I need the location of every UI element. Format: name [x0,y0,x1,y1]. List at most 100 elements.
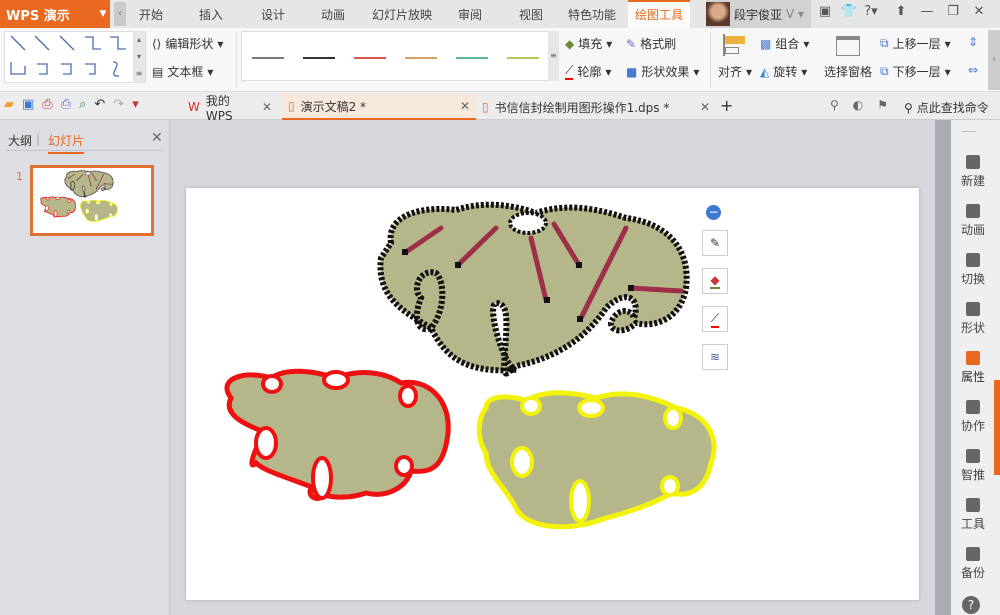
send-backward-button[interactable]: ⧉下移一层▾ [880,63,951,80]
cloud-icon[interactable]: ◐ [853,98,863,112]
scroll-right-button[interactable]: › [988,30,1000,90]
line-style-1[interactable] [303,57,335,59]
bring-forward-label: 上移一层 [893,35,941,52]
tab-5[interactable]: 审阅 [447,0,493,28]
vertical-scrollbar[interactable] [935,120,951,615]
right-bar-item-1[interactable]: 动画 [951,204,995,238]
flag-icon[interactable]: ⚑ [877,98,888,112]
help-icon[interactable]: ?▾ [860,4,882,24]
document-tab[interactable]: ▯演示文稿2 *✕ [282,94,476,120]
print-preview-icon[interactable]: ⌕ [79,97,86,112]
right-bar-icon [966,302,980,316]
align-button[interactable]: 对齐▾ [718,63,752,80]
connector-gallery[interactable] [4,31,146,83]
help-icon[interactable]: ? [962,596,980,614]
tab-outline[interactable]: 大纲 [8,132,32,149]
style-gallery-more[interactable]: ≡ [548,31,559,81]
line-style-5[interactable] [507,57,539,59]
edit-icon: ✎ [710,236,720,250]
bring-forward-button[interactable]: ⧉上移一层▾ [880,35,951,52]
selection-pane-label: 选择窗格 [824,63,872,80]
app-menu-button[interactable]: WPS 演示 [0,0,110,28]
drag-handle[interactable] [962,131,976,132]
chevron-down-icon[interactable]: ▼ [96,0,110,28]
close-panel-icon[interactable]: ✕ [151,130,163,146]
right-bar-item-2[interactable]: 切换 [951,253,995,287]
edit-shape-button[interactable]: ⟨⟩编辑形状▾ [152,35,223,52]
text-box-button[interactable]: ▤文本框▾ [152,63,213,80]
line-style-gallery[interactable] [241,31,559,81]
format-painter-button[interactable]: ✎格式刷 [626,35,676,52]
customize-icon[interactable]: ▾ [132,97,139,112]
outline-float-button[interactable]: ⟋ [702,306,728,332]
slide-thumbnail-1[interactable] [30,165,154,236]
print-icon[interactable]: ⎙ [61,97,71,112]
export-pdf-icon[interactable]: ⎙ [42,97,52,112]
close-tab-icon[interactable]: ✕ [700,100,710,114]
pin-icon[interactable]: ⚲ [830,98,839,112]
right-bar-item-0[interactable]: 新建 [951,155,995,189]
command-search-label: 点此查找命令 [917,99,989,116]
group-icon: ▩ [760,37,771,51]
outline-button[interactable]: ⟋轮廓▾ [565,63,611,80]
tab-7[interactable]: 特色功能 [560,0,624,28]
restore-ribbon-icon[interactable]: ⬆ [890,4,912,24]
send-backward-icon: ⧉ [880,64,889,79]
command-search[interactable]: ⚲ 点此查找命令 [904,99,989,116]
minimize-button[interactable]: — [916,4,938,24]
group-button[interactable]: ▩组合▾ [760,35,809,52]
user-account[interactable]: 段宇俊亚V ▾ [706,0,811,28]
tab-3[interactable]: 动画 [310,0,356,28]
document-tab-label: 书信信封绘制用图形操作1.dps * [495,99,694,116]
redo-icon[interactable]: ↷ [113,97,124,112]
selection-pane-button[interactable]: 选择窗格 [824,63,872,80]
rotate-button[interactable]: ◭旋转▾ [760,63,807,80]
right-bar-item-8[interactable]: 备份 [951,547,995,581]
close-button[interactable]: ✕ [968,4,990,24]
open-folder-icon[interactable]: ▰ [4,97,14,112]
edit-shape-float-button[interactable]: ✎ [702,230,728,256]
right-bar-item-5[interactable]: 协作 [951,400,995,434]
distribute-icon[interactable]: ⇕ [968,35,978,49]
right-bar-item-7[interactable]: 工具 [951,498,995,532]
line-style-4[interactable] [456,57,488,59]
tab-1[interactable]: 插入 [188,0,234,28]
line-style-2[interactable] [354,57,386,59]
divider [710,32,711,88]
maximize-button[interactable]: ❐ [942,4,964,24]
shape-effect-button[interactable]: ■形状效果▾ [626,63,699,80]
tab-6[interactable]: 视图 [508,0,554,28]
tab-0[interactable]: 开始 [122,0,180,28]
right-bar-item-4[interactable]: 属性 [951,351,995,385]
gallery-scroll[interactable]: ▴▾≡ [133,31,145,83]
search-icon: ⚲ [904,101,913,115]
right-bar-item-6[interactable]: 智推 [951,449,995,483]
right-bar-item-3[interactable]: 形状 [951,302,995,336]
collapse-float-toolbar-icon[interactable]: − [706,205,721,220]
close-tab-icon[interactable]: ✕ [262,100,272,114]
line-style-0[interactable] [252,57,284,59]
tab-4[interactable]: 幻灯片放映 [362,0,442,28]
panel-expand-handle[interactable] [994,380,1000,475]
right-bar-icon [966,253,980,267]
new-tab-button[interactable]: + [720,96,733,115]
fill-float-button[interactable]: ◆ [702,268,728,294]
save-icon[interactable]: ▣ [22,97,34,112]
layers-float-button[interactable]: ≋ [702,344,728,370]
close-tab-icon[interactable]: ✕ [460,99,470,113]
cube-icon: ■ [626,65,637,79]
bring-forward-icon: ⧉ [880,36,889,51]
tab-8[interactable]: 绘图工具 [628,0,690,28]
undo-icon[interactable]: ↶ [94,97,105,112]
right-bar-icon [966,204,980,218]
right-bar-label: 工具 [961,517,985,531]
document-tab[interactable]: ▯书信信封绘制用图形操作1.dps *✕ [476,94,716,120]
document-tab[interactable]: W我的WPS✕ [182,94,278,120]
slide-canvas[interactable] [186,188,919,600]
fill-button[interactable]: ◆填充▾ [565,35,612,52]
line-style-3[interactable] [405,57,437,59]
shirt-icon[interactable]: 👕 [838,4,860,24]
tab-2[interactable]: 设计 [250,0,296,28]
skin-icon[interactable]: ▣ [814,4,836,24]
distribute-h-icon[interactable]: ⇔ [968,63,978,77]
